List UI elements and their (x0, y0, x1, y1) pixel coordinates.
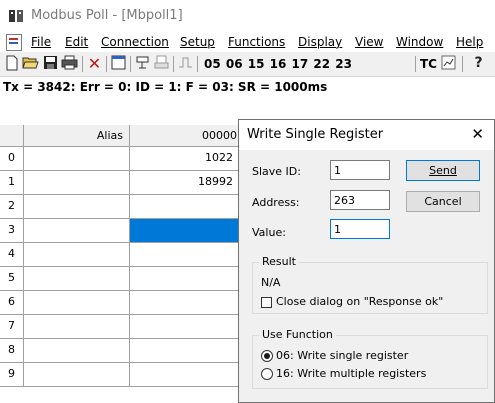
row-number: 4 (0, 243, 24, 267)
function-16-radio[interactable] (261, 368, 273, 380)
close-on-ok-label[interactable]: Close dialog on "Response ok" (276, 295, 443, 309)
alias-cell[interactable] (24, 219, 130, 243)
result-group: Result N/A Close dialog on "Response ok" (252, 255, 488, 314)
function-06-radio[interactable] (261, 350, 273, 362)
menu-setup[interactable]: Setup (180, 35, 215, 49)
row-number: 2 (0, 195, 24, 219)
value-cell[interactable] (130, 243, 242, 267)
write-single-register-dialog: Write Single Register ✕ Slave ID: Addres… (238, 119, 495, 403)
open-icon[interactable] (22, 55, 39, 72)
menu-connection[interactable]: Connection (101, 35, 169, 49)
toolbar-separator (415, 56, 416, 72)
row-number: 9 (0, 363, 24, 387)
toolbar-separator (197, 56, 198, 72)
window-icon[interactable] (110, 55, 127, 72)
alias-cell[interactable] (24, 195, 130, 219)
selected-value-cell[interactable] (130, 219, 242, 243)
row-number: 7 (0, 315, 24, 339)
function-06-label[interactable]: 06: Write single register (276, 349, 408, 363)
function-codes[interactable]: 05 06 15 16 17 22 23 (204, 56, 352, 72)
use-function-group: Use Function 06: Write single register 1… (252, 328, 488, 389)
row-number: 5 (0, 267, 24, 291)
toolbar: ✕ 05 06 15 16 17 22 23 TC ? (0, 52, 495, 77)
menu-display[interactable]: Display (298, 35, 342, 49)
menu-view[interactable]: View (355, 35, 383, 49)
value-label: Value: (252, 226, 286, 239)
close-on-ok-checkbox[interactable] (261, 297, 272, 308)
result-value: N/A (261, 276, 281, 289)
value-cell[interactable]: 18992 (130, 171, 242, 195)
help-icon[interactable]: ? (470, 55, 487, 72)
menu-bar: File Edit Connection Setup Functions Dis… (0, 32, 495, 52)
cancel-button[interactable]: Cancel (406, 191, 480, 212)
send-button[interactable]: Send (406, 160, 480, 181)
value-cell[interactable]: 1022 (130, 147, 242, 171)
chart-icon[interactable] (440, 55, 457, 72)
delete-icon[interactable]: ✕ (86, 55, 103, 72)
value-cell[interactable] (130, 267, 242, 291)
modbus-poll-icon (8, 8, 24, 24)
alias-cell[interactable] (24, 339, 130, 363)
value-field[interactable] (330, 219, 390, 239)
alias-cell[interactable] (24, 171, 130, 195)
document-icon[interactable] (6, 34, 22, 51)
print-icon[interactable] (61, 55, 78, 72)
dialog-title-bar[interactable]: Write Single Register ✕ (239, 120, 494, 150)
alias-cell[interactable] (24, 243, 130, 267)
slave-id-label: Slave ID: (252, 165, 301, 178)
value-cell[interactable] (130, 363, 242, 387)
print-preview-icon[interactable] (153, 55, 170, 72)
save-icon[interactable] (42, 55, 59, 72)
alias-cell[interactable] (24, 267, 130, 291)
slave-id-field[interactable] (330, 160, 390, 180)
result-label: Result (259, 255, 299, 269)
window-title: Modbus Poll - [Mbpoll1] (31, 8, 183, 23)
menu-help[interactable]: Help (456, 35, 483, 49)
menu-functions[interactable]: Functions (228, 35, 285, 49)
pulse-icon[interactable] (177, 55, 194, 72)
toolbar-separator (82, 56, 83, 72)
status-line: Tx = 3842: Err = 0: ID = 1: F = 03: SR =… (3, 80, 328, 94)
address-label: Address: (252, 196, 300, 209)
use-function-label: Use Function (259, 328, 336, 342)
toolbar-separator (130, 56, 131, 72)
value-cell[interactable] (130, 291, 242, 315)
value-cell[interactable] (130, 195, 242, 219)
alias-cell[interactable] (24, 315, 130, 339)
alias-cell[interactable] (24, 363, 130, 387)
new-icon[interactable] (3, 55, 20, 72)
toolbar-separator (462, 56, 463, 72)
menu-edit[interactable]: Edit (65, 35, 88, 49)
column-header-address[interactable]: 00000 (130, 125, 242, 147)
toolbar-separator (106, 56, 107, 72)
column-header-alias[interactable]: Alias (24, 125, 130, 147)
tc-button[interactable]: TC (420, 56, 437, 72)
menu-file[interactable]: File (31, 35, 51, 49)
row-number: 8 (0, 339, 24, 363)
close-icon[interactable]: ✕ (471, 124, 484, 144)
grid-corner-header (0, 125, 24, 147)
title-bar: Modbus Poll - [Mbpoll1] (0, 0, 495, 32)
alias-cell[interactable] (24, 147, 130, 171)
row-number: 3 (0, 219, 24, 243)
function-16-label[interactable]: 16: Write multiple registers (276, 367, 426, 381)
value-cell[interactable] (130, 339, 242, 363)
row-number: 1 (0, 171, 24, 195)
menu-window[interactable]: Window (396, 35, 443, 49)
address-field[interactable] (330, 190, 390, 210)
row-number: 0 (0, 147, 24, 171)
alias-cell[interactable] (24, 291, 130, 315)
toolbar-separator (173, 56, 174, 72)
connect-icon[interactable] (134, 55, 151, 72)
data-grid: Alias 00000 0 1022 1 18992 2 3 4 5 6 7 8… (0, 125, 242, 403)
dialog-title: Write Single Register (247, 127, 384, 142)
row-number: 6 (0, 291, 24, 315)
value-cell[interactable] (130, 315, 242, 339)
